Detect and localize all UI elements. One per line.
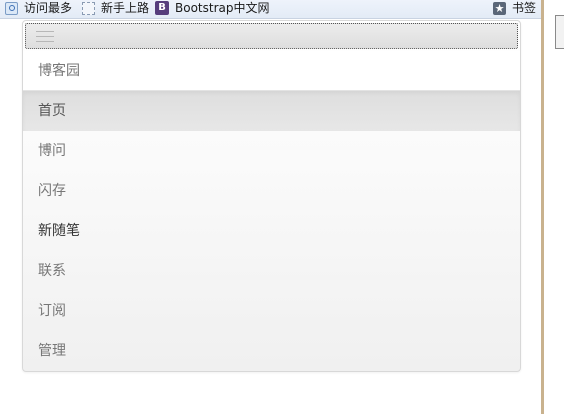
bookmark-label: 书签 <box>512 1 537 15</box>
bookmark-star-icon: ★ <box>493 2 506 15</box>
nav-list: 首页 博问 闪存 新随笔 联系 订阅 管理 <box>23 91 520 371</box>
bookmark-most-visited[interactable]: 访问最多 <box>5 0 79 18</box>
nav-item-home[interactable]: 首页 <box>23 91 520 131</box>
bookmark-label: Bootstrap中文网 <box>175 1 270 15</box>
navbar-brand-row: 博客园 <box>23 51 520 91</box>
nav-item-new-post[interactable]: 新随笔 <box>23 211 520 251</box>
nav-item-flash[interactable]: 闪存 <box>23 171 520 211</box>
navbar: 博客园 首页 博问 闪存 新随笔 联系 订阅 管理 <box>22 20 521 372</box>
bookmark-label: 访问最多 <box>24 1 73 15</box>
nav-item-questions[interactable]: 博问 <box>23 131 520 171</box>
nav-item-subscribe[interactable]: 订阅 <box>23 291 520 331</box>
side-panel <box>544 0 564 414</box>
hamburger-icon <box>36 31 54 42</box>
dotted-page-icon <box>82 2 95 15</box>
bookmarks-bar: 访问最多 新手上路 B Bootstrap中文网 ★ 书签 <box>0 0 541 19</box>
nav-item-contact[interactable]: 联系 <box>23 251 520 291</box>
bookmark-bootstrap[interactable]: B Bootstrap中文网 <box>155 0 275 18</box>
bookmark-getting-started[interactable]: 新手上路 <box>82 0 152 18</box>
navbar-brand[interactable]: 博客园 <box>38 51 80 91</box>
side-panel-control[interactable] <box>555 15 564 49</box>
bootstrap-logo-icon: B <box>155 1 169 15</box>
nav-item-manage[interactable]: 管理 <box>23 331 520 371</box>
bookmarks-menu-button[interactable]: ★ 书签 <box>493 0 541 18</box>
navbar-toggle-button[interactable] <box>25 23 518 49</box>
bookmark-label: 新手上路 <box>101 1 150 15</box>
most-visited-icon <box>5 2 18 15</box>
